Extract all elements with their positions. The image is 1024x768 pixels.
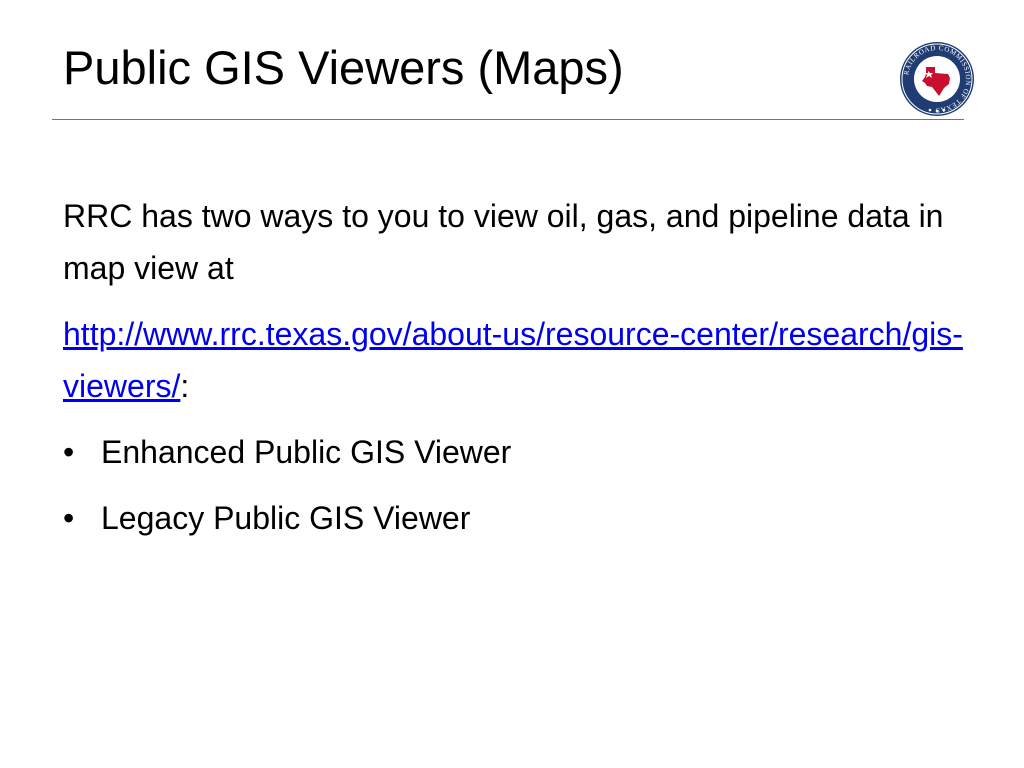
viewer-list: • Enhanced Public GIS Viewer • Legacy Publ… [63,426,963,544]
list-item: • Enhanced Public GIS Viewer [63,426,963,478]
intro-paragraph: RRC has two ways to you to view oil, gas… [63,198,944,286]
slide-title: Public GIS Viewers (Maps) [63,41,624,94]
railroad-commission-logo: RAILROAD COMMISSION OF TEXAS [900,42,974,116]
bullet-icon: • [63,500,75,536]
list-item-label: Legacy Public GIS Viewer [101,500,471,536]
gis-viewers-link[interactable]: http://www.rrc.texas.gov/about-us/resour… [63,316,963,404]
list-item: • Legacy Public GIS Viewer [63,492,963,544]
link-paragraph: http://www.rrc.texas.gov/about-us/resour… [63,308,963,412]
slide-body: RRC has two ways to you to view oil, gas… [63,190,963,558]
title-divider [52,119,964,120]
bullet-icon: • [63,434,75,470]
list-item-label: Enhanced Public GIS Viewer [101,434,512,470]
link-suffix: : [180,368,190,404]
